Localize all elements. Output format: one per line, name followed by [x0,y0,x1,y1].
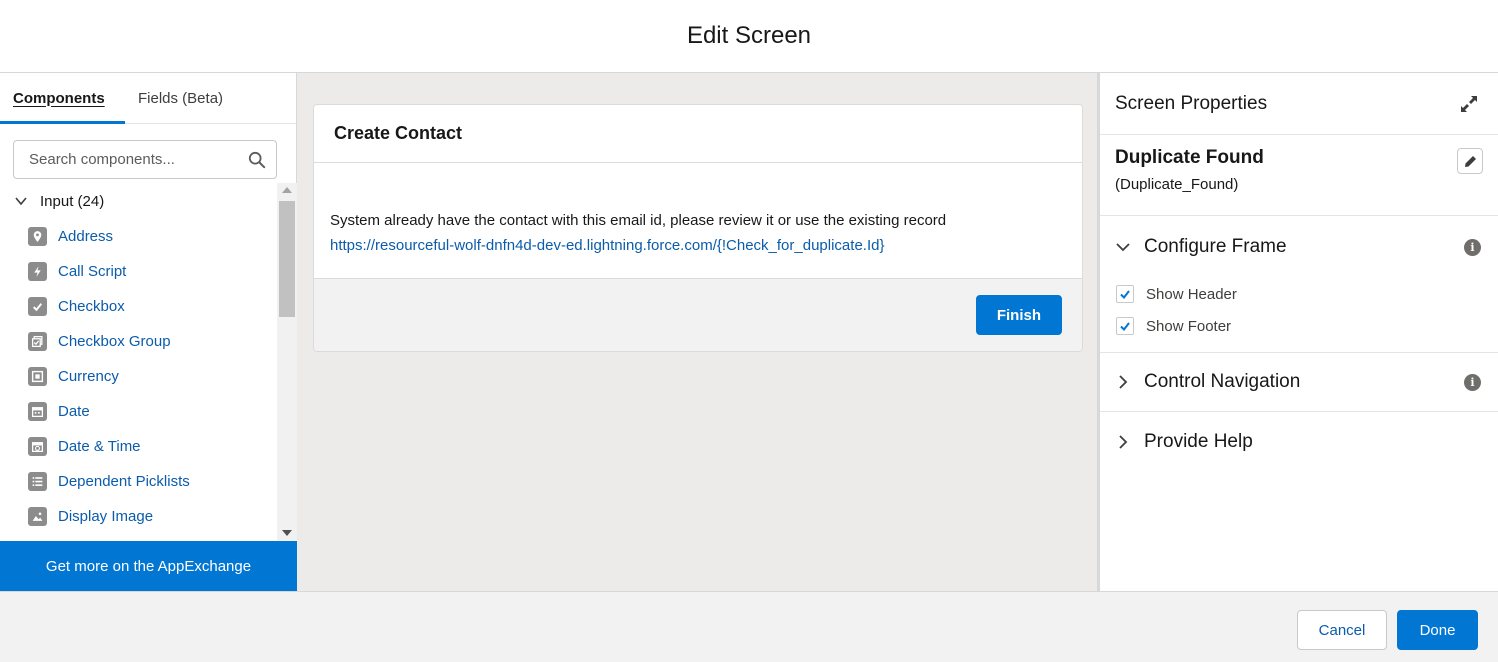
screen-canvas: Create Contact System already have the c… [297,73,1097,591]
modal-title: Edit Screen [686,22,812,49]
component-label: Checkbox [58,298,125,315]
info-icon[interactable]: i [1464,238,1481,256]
search-icon[interactable] [248,151,266,169]
tab-fields-beta[interactable]: Fields (Beta) [125,73,236,123]
modal-footer: Cancel Done [0,591,1498,662]
scroll-up-arrow-icon[interactable] [282,187,292,193]
search-box [13,140,277,179]
tab-components[interactable]: Components [0,73,125,124]
screen-info: Duplicate Found (Duplicate_Found) [1100,135,1498,216]
chevron-right-icon [1119,435,1128,449]
show-header-checkbox[interactable] [1116,285,1134,303]
check-icon [1120,290,1130,300]
appexchange-button[interactable]: Get more on the AppExchange [0,541,297,591]
provide-help-toggle[interactable]: Provide Help [1100,412,1498,472]
finish-button[interactable]: Finish [975,295,1062,335]
card-footer: Finish [314,278,1082,351]
component-date-time[interactable]: Date & Time [0,429,277,464]
component-label: Call Script [58,263,127,280]
chevron-down-icon [1116,243,1130,252]
component-display-image[interactable]: Display Image [0,499,277,534]
configure-frame-toggle[interactable]: Configure Frame i [1100,216,1498,278]
show-header-label: Show Header [1146,285,1237,303]
calendar-time-icon [28,437,47,456]
chevron-right-icon [1119,375,1128,389]
show-footer-label: Show Footer [1146,317,1232,335]
display-text-message: System already have the contact with thi… [330,212,947,229]
checkbox-icon [28,297,47,316]
location-icon [28,227,47,246]
info-icon[interactable]: i [1464,373,1481,391]
component-date[interactable]: Date [0,394,277,429]
components-list: Input (24) Address Call Script Checkbox … [0,183,277,541]
chevron-down-icon [15,197,27,206]
panel-tabs: Components Fields (Beta) [0,73,296,124]
properties-panel: Screen Properties Duplicate Found (Dupli… [1097,73,1498,591]
provide-help-label: Provide Help [1144,431,1253,452]
show-footer-checkbox[interactable] [1116,317,1134,335]
section-input[interactable]: Input (24) [0,183,277,219]
section-provide-help: Provide Help [1100,412,1498,472]
component-call-script[interactable]: Call Script [0,254,277,289]
component-label: Display Image [58,508,154,525]
show-header-option[interactable]: Show Header [1100,278,1498,310]
configure-frame-label: Configure Frame [1144,236,1287,257]
screen-name: Duplicate Found [1115,147,1264,168]
properties-header: Screen Properties [1100,73,1498,135]
section-configure-frame: Configure Frame i Show Header Show Foote… [1100,216,1498,353]
component-checkbox-group[interactable]: Checkbox Group [0,324,277,359]
component-currency[interactable]: Currency [0,359,277,394]
modal-header: Edit Screen [0,0,1498,73]
component-label: Address [58,228,114,245]
control-navigation-label: Control Navigation [1144,371,1301,392]
component-label: Currency [58,368,119,385]
screen-preview-card[interactable]: Create Contact System already have the c… [313,104,1083,352]
record-link[interactable]: https://resourceful-wolf-dnfn4d-dev-ed.l… [330,233,1066,258]
card-body: System already have the contact with thi… [314,163,1082,280]
scroll-down-arrow-icon[interactable] [282,530,292,536]
section-control-navigation: Control Navigation i [1100,353,1498,412]
component-label: Date & Time [58,438,141,455]
checkbox-group-icon [28,332,47,351]
component-label: Checkbox Group [58,333,171,350]
check-icon [1120,322,1130,332]
pencil-icon [1464,155,1476,167]
components-scrollbar[interactable] [277,183,297,541]
list-icon [28,472,47,491]
component-checkbox[interactable]: Checkbox [0,289,277,324]
component-label: Dependent Picklists [58,473,190,490]
screen-api-name: (Duplicate_Found) [1115,176,1239,193]
control-navigation-toggle[interactable]: Control Navigation i [1100,353,1498,411]
components-panel: Components Fields (Beta) Input (24) Addr… [0,73,297,591]
lightning-icon [28,262,47,281]
scroll-thumb[interactable] [279,201,295,317]
component-label: Date [58,403,90,420]
cancel-button[interactable]: Cancel [1297,610,1387,650]
calendar-icon [28,402,47,421]
done-button[interactable]: Done [1397,610,1478,650]
currency-icon [28,367,47,386]
edit-button[interactable] [1457,148,1483,174]
component-dependent-picklists[interactable]: Dependent Picklists [0,464,277,499]
image-icon [28,507,47,526]
show-footer-option[interactable]: Show Footer [1100,310,1498,342]
component-address[interactable]: Address [0,219,277,254]
card-title: Create Contact [314,105,1082,163]
properties-title: Screen Properties [1115,92,1268,114]
expand-icon[interactable] [1460,95,1478,113]
section-input-label: Input (24) [40,192,105,210]
search-input[interactable] [29,151,248,168]
